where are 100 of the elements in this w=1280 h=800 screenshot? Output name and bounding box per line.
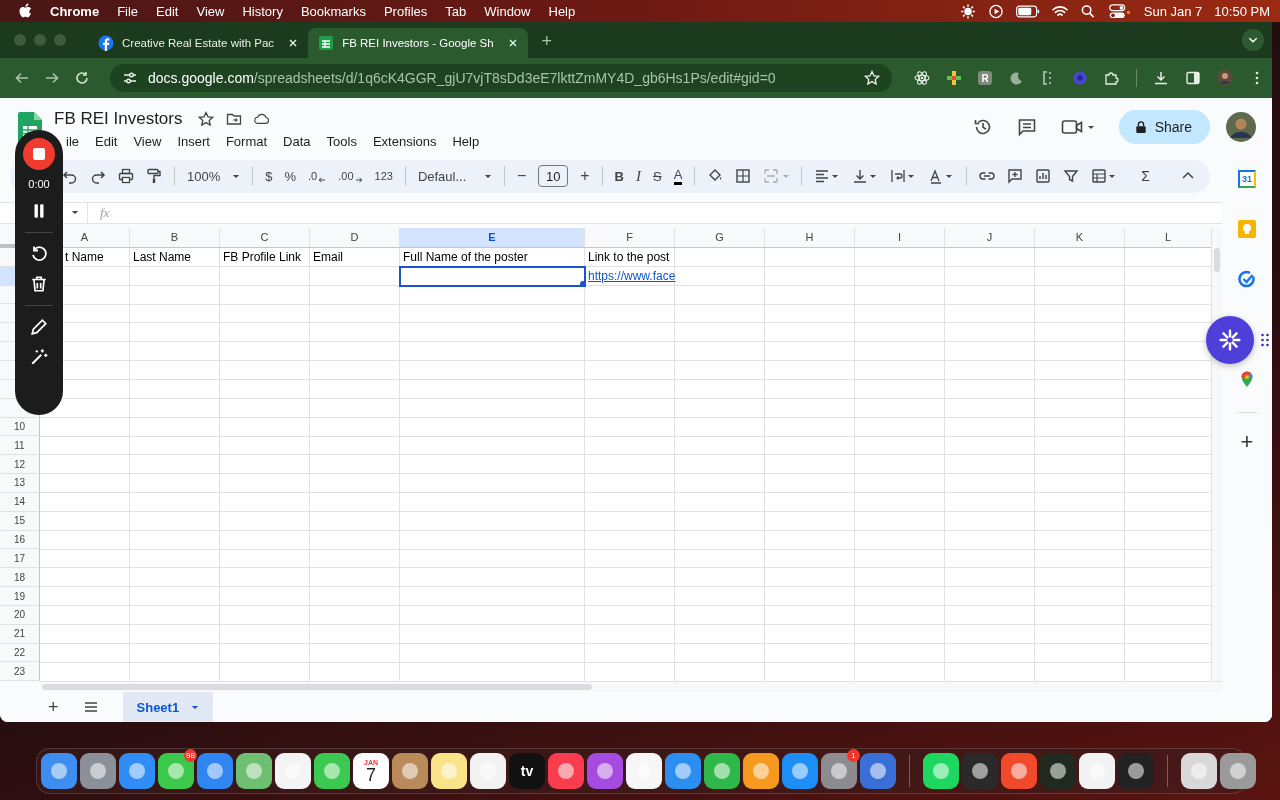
puzzle-icon[interactable] — [1104, 70, 1120, 86]
app-icon[interactable] — [158, 753, 194, 789]
close-icon[interactable] — [507, 38, 518, 48]
column-header[interactable]: E — [400, 227, 585, 248]
number-format-button[interactable]: 123 — [374, 170, 393, 183]
menu-item[interactable]: Window — [484, 3, 531, 19]
app-icon[interactable] — [923, 753, 959, 789]
forward-icon[interactable] — [44, 70, 60, 86]
folder-icon[interactable] — [226, 111, 243, 127]
plus-icon[interactable] — [946, 70, 962, 86]
column-header[interactable]: H — [765, 227, 855, 248]
app-icon[interactable] — [80, 753, 116, 789]
app-icon[interactable] — [431, 753, 467, 789]
trash-icon[interactable] — [30, 275, 48, 293]
menu-item[interactable]: Tools — [326, 132, 357, 151]
menu-item[interactable]: Bookmarks — [300, 3, 366, 19]
menu-item[interactable]: Extensions — [372, 132, 437, 151]
app-icon[interactable] — [704, 753, 740, 789]
app-icon[interactable] — [548, 753, 584, 789]
search-icon[interactable] — [1079, 3, 1096, 19]
text-color-button[interactable]: A — [673, 167, 683, 185]
app-icon[interactable] — [119, 753, 155, 789]
sun-icon[interactable] — [959, 3, 976, 19]
menu-item[interactable]: Tab — [445, 3, 467, 19]
app-icon[interactable] — [743, 753, 779, 789]
app-icon[interactable] — [1181, 753, 1217, 789]
row-header[interactable]: 17 — [0, 549, 40, 569]
menu-icon[interactable] — [82, 699, 99, 715]
app-icon[interactable] — [1118, 753, 1154, 789]
app-icon[interactable] — [1079, 753, 1115, 789]
comment-icon[interactable] — [1007, 168, 1024, 185]
app-icon[interactable] — [1001, 753, 1037, 789]
row-header[interactable]: 23 — [0, 662, 40, 682]
profile-avatar[interactable] — [1226, 112, 1256, 142]
row-header[interactable]: 11 — [0, 436, 40, 456]
battery-icon[interactable] — [1015, 3, 1040, 19]
currency-button[interactable]: $ — [265, 168, 273, 184]
wifi-icon[interactable] — [1051, 3, 1068, 19]
star-icon[interactable] — [198, 111, 215, 127]
app-icon[interactable] — [236, 753, 272, 789]
app-icon[interactable] — [314, 753, 350, 789]
menu-bar-clock[interactable]: 10:50 PM — [1214, 3, 1270, 19]
filter-icon[interactable] — [1063, 168, 1080, 185]
column-header[interactable]: K — [1035, 227, 1125, 248]
moon-icon[interactable] — [1008, 70, 1024, 86]
stop-button[interactable] — [23, 138, 55, 170]
document-title[interactable]: FB REI Investors — [54, 109, 183, 129]
app-icon[interactable] — [782, 753, 818, 789]
undo-icon[interactable] — [62, 168, 78, 185]
chart-icon[interactable] — [1035, 168, 1052, 185]
back-icon[interactable] — [14, 70, 30, 86]
address-bar[interactable]: docs.google.com/spreadsheets/d/1q6cK4GGR_gjU7vjT8sDd3eE7lkttZmMY4D_gb6Hs1Ps/edit#gid=0 — [110, 64, 892, 92]
fill-bucket-icon[interactable] — [707, 168, 724, 185]
column-header[interactable]: L — [1125, 227, 1211, 248]
app-icon[interactable] — [275, 753, 311, 789]
row-header[interactable]: 19 — [0, 587, 40, 606]
apple-logo-icon[interactable] — [18, 3, 32, 19]
app-icon[interactable] — [626, 753, 662, 789]
browser-tab[interactable]: Creative Real Estate with Pac — [88, 28, 309, 58]
pencil-icon[interactable] — [30, 318, 48, 336]
menu-item[interactable]: Help — [452, 132, 480, 151]
magic-wand-icon[interactable] — [30, 348, 48, 366]
merge-cells-icon[interactable] — [763, 168, 790, 185]
selected-cell[interactable] — [399, 265, 586, 287]
app-menu[interactable]: Chrome — [50, 3, 100, 19]
video-call-icon[interactable] — [1060, 117, 1095, 137]
decrease-font-size-button[interactable]: − — [516, 167, 527, 186]
table-icon[interactable] — [1091, 168, 1118, 185]
functions-button[interactable]: Σ — [1141, 168, 1150, 185]
close-icon[interactable] — [288, 38, 299, 48]
menu-item[interactable]: View — [196, 3, 225, 19]
vertical-align-icon[interactable] — [852, 168, 879, 185]
app-icon[interactable] — [665, 753, 701, 789]
text-wrap-icon[interactable] — [890, 168, 917, 185]
comment-icon[interactable] — [1016, 117, 1037, 137]
increase-font-size-button[interactable]: + — [580, 167, 590, 186]
atom-icon[interactable] — [914, 70, 930, 86]
italic-button[interactable]: I — [635, 167, 641, 185]
column-header[interactable]: B — [130, 227, 220, 248]
menu-item[interactable]: Profiles — [383, 3, 428, 19]
app-icon[interactable] — [587, 753, 623, 789]
download-icon[interactable] — [1153, 70, 1169, 86]
align-left-icon[interactable] — [814, 168, 841, 185]
decrease-decimal-button[interactable]: .0 — [308, 169, 327, 184]
paint-roller-icon[interactable] — [146, 168, 162, 185]
menu-item[interactable]: ile — [66, 132, 79, 151]
menu-bar-date[interactable]: Sun Jan 7 — [1143, 3, 1203, 19]
borders-icon[interactable] — [735, 168, 752, 185]
column-header[interactable]: G — [675, 227, 765, 248]
app-icon[interactable] — [470, 753, 506, 789]
cloud-icon[interactable] — [254, 111, 271, 127]
history-icon[interactable] — [972, 117, 993, 137]
redo-icon[interactable] — [90, 168, 106, 185]
print-icon[interactable] — [118, 168, 134, 185]
percent-button[interactable]: % — [284, 168, 297, 184]
app-icon[interactable] — [41, 753, 77, 789]
column-header[interactable]: D — [310, 227, 400, 248]
horizontal-scrollbar[interactable] — [40, 681, 1222, 692]
app-icon[interactable] — [1040, 753, 1076, 789]
column-header[interactable]: F — [585, 227, 675, 248]
